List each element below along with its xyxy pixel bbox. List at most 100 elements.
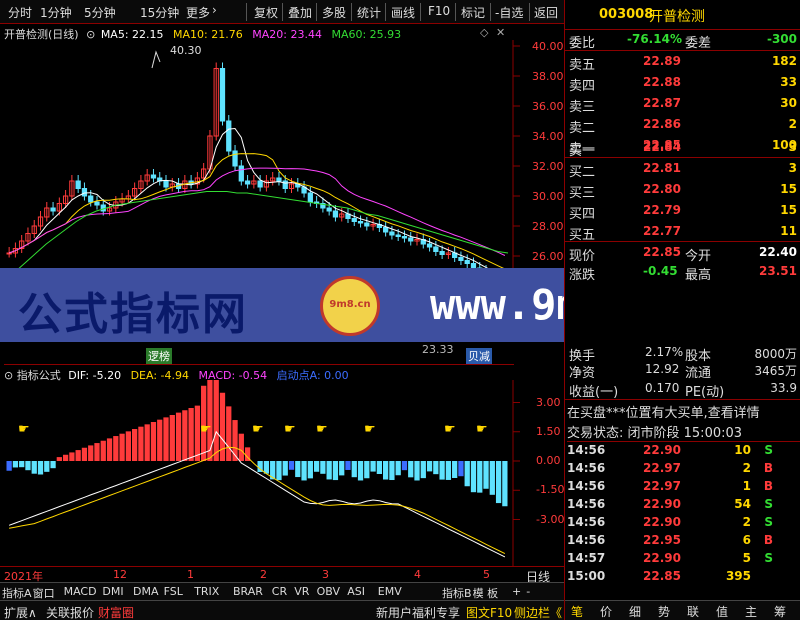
indicator-tab-13[interactable]: 指标B xyxy=(442,585,472,601)
list-tag: 逻榜 xyxy=(146,348,172,364)
detail-tab-0[interactable]: 笔 xyxy=(571,603,583,620)
book-divider-bottom xyxy=(565,241,800,242)
candle-body xyxy=(257,180,263,188)
expand-button[interactable]: 扩展∧ xyxy=(4,604,37,620)
quote-header: 003008 开普检测 xyxy=(565,0,800,30)
tab-intraday[interactable]: 分时 xyxy=(8,4,32,21)
back-button[interactable]: 返回 xyxy=(534,4,558,21)
y-tick-label: 32.00 xyxy=(532,160,564,173)
trade-row: 14:56 22.90 2 S xyxy=(565,514,800,532)
indicator-tab-0[interactable]: 指标A xyxy=(2,585,32,601)
net-asset-row: 净资 12.92 流通 3465万 xyxy=(569,362,797,381)
diamond-icon[interactable]: ◇ xyxy=(480,26,488,39)
multi-stock-button[interactable]: 多股 xyxy=(322,4,346,21)
order-price: 22.80 xyxy=(643,182,681,196)
buy-level-3[interactable]: 买三 22.80 15 xyxy=(565,180,800,201)
indicator-tab-11[interactable]: ASI xyxy=(347,585,365,598)
indicator-tab-4[interactable]: DMA xyxy=(133,585,159,598)
order-label: 卖二 xyxy=(569,121,596,136)
trade-price: 22.90 xyxy=(643,497,681,511)
overlay-button[interactable]: 叠加 xyxy=(288,4,312,21)
candle-body xyxy=(150,174,157,179)
detail-tab-7[interactable]: 筹 xyxy=(774,603,786,620)
detail-tab-3[interactable]: 势 xyxy=(658,603,670,620)
x-axis: 2021年 12 1 2 3 4 5 日线 xyxy=(0,566,564,584)
trade-row: 14:56 22.95 6 B xyxy=(565,532,800,550)
buy-level-1[interactable]: 买一 22.84 3 xyxy=(565,138,800,159)
indicator-tab-1[interactable]: 窗口 xyxy=(33,585,55,601)
y-tick-label: 30.00 xyxy=(532,190,564,203)
buy-level-4[interactable]: 买四 22.79 15 xyxy=(565,201,800,222)
indicator-tab-12[interactable]: EMV xyxy=(378,585,402,598)
close-icon[interactable]: ✕ xyxy=(496,26,505,39)
buy-level-5[interactable]: 买五 22.77 11 xyxy=(565,222,800,243)
detail-tab-1[interactable]: 价 xyxy=(600,603,612,620)
more-chevron-icon[interactable]: › xyxy=(212,3,217,17)
trade-volume: 5 xyxy=(742,551,751,565)
macd-chart[interactable] xyxy=(0,380,564,566)
trade-volume: 10 xyxy=(734,443,751,457)
new-user-benefit-link[interactable]: 新用户福利专享 xyxy=(376,604,460,620)
restore-rights-button[interactable]: 复权 xyxy=(254,4,278,21)
detail-tab-4[interactable]: 联 xyxy=(687,603,699,620)
trade-time: 14:56 xyxy=(567,443,606,457)
indicator-tab-15[interactable]: + xyxy=(512,585,521,598)
f10-graphic-button[interactable]: 图文F10 xyxy=(466,604,512,620)
trade-time: 14:56 xyxy=(567,515,606,529)
order-volume: 15 xyxy=(780,182,797,196)
tab-more[interactable]: 更多 xyxy=(186,4,210,21)
tab-1min[interactable]: 1分钟 xyxy=(40,4,72,21)
seal-text: 9m8.cn xyxy=(329,299,371,310)
indicator-tab-6[interactable]: TRIX xyxy=(194,585,219,598)
order-volume: 3 xyxy=(788,161,797,175)
sell-level-5[interactable]: 卖五 22.89 182 xyxy=(565,52,800,73)
related-quote-button[interactable]: 关联报价 xyxy=(46,604,94,620)
trade-volume: 2 xyxy=(742,461,751,475)
detail-tab-6[interactable]: 主 xyxy=(745,603,757,620)
trade-time: 14:56 xyxy=(567,461,606,475)
right-bottom-tabs: 笔价细势联值主筹 xyxy=(565,600,800,620)
add-watchlist-button[interactable]: -自选 xyxy=(495,4,523,21)
big-order-notice[interactable]: 在买盘***位置有大买单,查看详情 xyxy=(567,402,760,421)
sell-level-2[interactable]: 卖二 22.86 2 xyxy=(565,115,800,136)
trade-row: 15:00 22.85 395 xyxy=(565,568,800,586)
order-label: 买三 xyxy=(569,186,596,201)
candle-body xyxy=(383,227,389,233)
buy-level-2[interactable]: 买二 22.81 3 xyxy=(565,159,800,180)
indicator-tab-3[interactable]: DMI xyxy=(102,585,123,598)
candle-body xyxy=(433,246,439,252)
open-price: 22.40 xyxy=(759,245,797,259)
order-price: 22.84 xyxy=(643,140,681,154)
pointing-hand-icon: ☛ xyxy=(18,422,30,437)
f10-button[interactable]: F10 xyxy=(428,4,450,18)
detail-tab-5[interactable]: 值 xyxy=(716,603,728,620)
net-asset-value: 12.92 xyxy=(645,362,680,376)
wealth-circle-button[interactable]: 财富圈 xyxy=(98,604,134,620)
indicator-tab-16[interactable]: - xyxy=(526,585,530,598)
mark-button[interactable]: 标记 xyxy=(461,4,485,21)
x-label-may: 5 xyxy=(483,568,490,581)
indicator-tab-10[interactable]: OBV xyxy=(317,585,340,598)
detail-tab-2[interactable]: 细 xyxy=(629,603,641,620)
indicator-tab-8[interactable]: CR xyxy=(272,585,287,598)
trade-volume: 1 xyxy=(742,479,751,493)
indicator-tab-2[interactable]: MACD xyxy=(64,585,97,598)
indicator-tab-7[interactable]: BRAR xyxy=(233,585,263,598)
candle-body xyxy=(395,234,401,237)
trade-volume: 54 xyxy=(734,497,751,511)
sell-level-4[interactable]: 卖四 22.88 33 xyxy=(565,73,800,94)
indicator-tab-14[interactable]: 模 板 xyxy=(473,585,499,601)
sell-level-3[interactable]: 卖三 22.87 30 xyxy=(565,94,800,115)
trade-time: 14:56 xyxy=(567,479,606,493)
indicator-tab-9[interactable]: VR xyxy=(294,585,309,598)
tab-5min[interactable]: 5分钟 xyxy=(84,4,116,21)
kline-chart[interactable]: 40.30 xyxy=(0,40,564,270)
statistics-button[interactable]: 统计 xyxy=(357,4,381,21)
indicator-tab-5[interactable]: FSL xyxy=(164,585,183,598)
sidebar-toggle-button[interactable]: 侧边栏《 xyxy=(514,604,562,620)
order-price: 22.88 xyxy=(643,75,681,89)
candle-body xyxy=(238,165,244,182)
tab-15min[interactable]: 15分钟 xyxy=(140,4,179,21)
draw-line-button[interactable]: 画线 xyxy=(391,4,415,21)
trade-row: 14:56 22.97 1 B xyxy=(565,478,800,496)
